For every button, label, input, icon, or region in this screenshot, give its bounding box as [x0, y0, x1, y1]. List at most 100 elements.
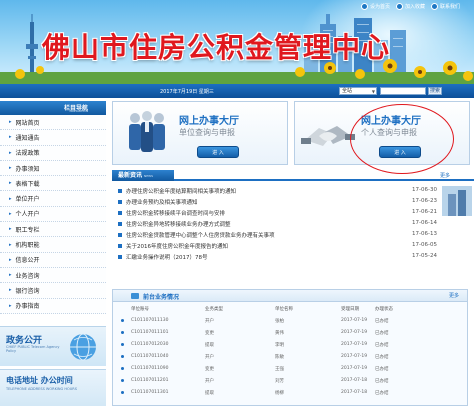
news-heading: 最新资讯 — [118, 172, 143, 179]
table-cell: 2017-07-19 — [341, 318, 368, 323]
table-cell: 杨柳 — [275, 391, 284, 396]
unit-enter-button[interactable]: 进 入 — [197, 146, 239, 158]
business-more-link[interactable]: 更多 — [449, 292, 459, 299]
news-item[interactable]: 办理业务预约及相关事项通知 17-06-23 — [112, 197, 442, 208]
bullet-icon — [121, 367, 124, 370]
news-date: 17-06-05 — [412, 242, 437, 248]
news-title: 住房公积金贷款管理中心调整个人住房贷款业务办理有关事项 — [126, 233, 275, 239]
news-item[interactable]: 住房公积金贷款管理中心调整个人住房贷款业务办理有关事项 17-06-13 — [112, 230, 442, 241]
sidebar-item-label: 通知通告 — [15, 134, 40, 142]
search-input[interactable] — [380, 87, 426, 95]
contact-us-link[interactable]: 联系我们 — [430, 3, 460, 10]
sidebar-item-staff-column[interactable]: ▸ 职工专栏 — [0, 222, 106, 238]
sidebar-item-unit-account[interactable]: ▸ 单位开户 — [0, 191, 106, 207]
contact-info-banner[interactable]: 电话地址 办公时间 TELEPHONE ADDRESS WORKING HOUR… — [0, 369, 106, 406]
sidebar-item-label: 法规政策 — [15, 150, 40, 158]
search-button[interactable]: 搜索 — [428, 87, 442, 95]
sidebar-item-label: 办事须知 — [15, 165, 40, 173]
table-cell: 变更 — [205, 331, 214, 336]
table-row[interactable]: C101107011201 开户 刘芳 2017-07-18 已办结 — [113, 376, 467, 386]
table-cell: 王强 — [275, 367, 284, 372]
arrow-right-icon: ▸ — [9, 180, 12, 187]
news-item[interactable]: 住房公积金转移接续平台调查时间与安排 17-06-21 — [112, 208, 442, 219]
table-cell: 2017-07-18 — [341, 378, 368, 383]
news-item[interactable]: 办理住房公积金年度结算期间相关事项的通知 17-06-30 — [112, 186, 442, 197]
news-item[interactable]: 汇缴业务操作说明（2017）78号 17-05-24 — [112, 252, 442, 263]
sidebar-item-guidelines[interactable]: ▸ 办事须知 — [0, 160, 106, 177]
sidebar-item-bank[interactable]: ▸ 银行咨询 — [0, 283, 106, 299]
news-title: 办理业务预约及相关事项通知 — [126, 200, 198, 206]
site-title: 佛山市住房公积金管理中心 — [42, 31, 391, 64]
table-cell: C101107011201 — [131, 378, 169, 383]
top-links: 设为首页 加入收藏 联系我们 — [360, 3, 460, 10]
contact-us-label: 联系我们 — [439, 4, 460, 10]
table-cell: 已办结 — [375, 319, 389, 324]
table-cell: 李明 — [275, 343, 284, 348]
sidebar-item-functions[interactable]: ▸ 机构职能 — [0, 237, 106, 253]
table-cell: 已办结 — [375, 379, 389, 384]
news-tab[interactable]: 最新资讯 NEWS — [112, 170, 174, 181]
chevron-down-icon: ▼ — [371, 89, 375, 94]
column-header: 单位账号 — [131, 307, 149, 312]
unit-service-card[interactable]: 网上办事大厅 单位查询与申报 进 入 — [112, 101, 288, 165]
sidebar-item-policies[interactable]: ▸ 法规政策 — [0, 145, 106, 161]
column-header: 办理状态 — [375, 307, 393, 312]
bullet-icon — [118, 189, 122, 193]
search-scope-value: 全站 — [342, 88, 353, 94]
set-homepage-link[interactable]: 设为首页 — [360, 3, 390, 10]
arrow-right-icon: ▸ — [9, 119, 12, 126]
sidebar-item-label: 单位开户 — [15, 196, 40, 204]
contact-info-title: 电话地址 办公时间 — [6, 376, 73, 385]
table-cell: 已办结 — [375, 391, 389, 396]
news-date: 17-06-14 — [412, 220, 437, 226]
sidebar-item-notices[interactable]: ▸ 通知通告 — [0, 130, 106, 146]
add-favorite-label: 加入收藏 — [404, 4, 425, 10]
sidebar-item-label: 网站首页 — [15, 119, 40, 127]
table-cell: 2017-07-18 — [341, 390, 368, 395]
nav-bar: 2017年7月19日 星期三 全站 ▼ 搜索 — [0, 84, 474, 98]
table-cell: 提取 — [205, 391, 214, 396]
sidebar-heading: 栏目导航 NAVIGATION — [0, 101, 106, 115]
sidebar-item-personal-account[interactable]: ▸ 个人开户 — [0, 206, 106, 223]
column-header: 业务类型 — [205, 307, 223, 312]
table-cell: 变更 — [205, 367, 214, 372]
news-more-link[interactable]: 更多 — [440, 172, 450, 179]
bullet-icon — [118, 200, 122, 204]
home-icon — [360, 3, 368, 10]
table-cell: 黄伟 — [275, 331, 284, 336]
bullet-icon — [121, 355, 124, 358]
news-header: 最新资讯 NEWS 更多 — [112, 170, 474, 181]
news-title: 办理住房公积金年度结算期间相关事项的通知 — [126, 189, 237, 195]
business-people-illustration — [129, 111, 165, 152]
sidebar-item-label: 表格下载 — [15, 180, 40, 188]
business-header: 前台业务情况 更多 — [113, 290, 467, 302]
news-item[interactable]: 住房公积金异地转移接续业务办理方式调整 17-06-14 — [112, 219, 442, 230]
table-row[interactable]: C101107011301 提取 杨柳 2017-07-18 已办结 — [113, 388, 467, 398]
news-item[interactable]: 关于2016年度住房公积金年度报告的通知 17-06-05 — [112, 241, 442, 252]
sidebar-item-disclosure[interactable]: ▸ 信息公开 — [0, 252, 106, 268]
sidebar-item-home[interactable]: ▸ 网站首页 — [0, 115, 106, 131]
table-row[interactable]: C101107011040 开户 陈敏 2017-07-19 已办结 — [113, 352, 467, 362]
table-row[interactable]: C101107011090 变更 王强 2017-07-19 已办结 — [113, 364, 467, 374]
add-favorite-link[interactable]: 加入收藏 — [395, 3, 425, 10]
gov-affairs-banner[interactable]: 政务公开 CHIEF PUBLIC Telecom Agency Policy — [0, 326, 106, 366]
sidebar-item-label: 信息公开 — [15, 257, 40, 265]
arrow-right-icon: ▸ — [9, 302, 12, 309]
arrow-right-icon: ▸ — [9, 272, 12, 279]
table-row[interactable]: C101107012030 提取 李明 2017-07-19 已办结 — [113, 340, 467, 350]
table-row[interactable]: C101107011101 变更 黄伟 2017-07-19 已办结 — [113, 328, 467, 338]
table-header-row: 单位账号 业务类型 单位名称 受理日期 办理状态 — [113, 304, 467, 314]
table-cell: 陈敏 — [275, 355, 284, 360]
table-cell: 已办结 — [375, 355, 389, 360]
contact-info-subtitle: TELEPHONE ADDRESS WORKING HOURS — [6, 387, 77, 391]
sidebar-item-downloads[interactable]: ▸ 表格下载 — [0, 176, 106, 192]
table-cell: 2017-07-19 — [341, 330, 368, 335]
sidebar-item-label: 职工专栏 — [15, 226, 40, 234]
arrow-right-icon: ▸ — [9, 149, 12, 156]
search-scope-select[interactable]: 全站 ▼ — [339, 87, 377, 95]
sidebar-item-consulting[interactable]: ▸ 业务咨询 — [0, 267, 106, 284]
arrow-right-icon: ▸ — [9, 195, 12, 202]
arrow-right-icon: ▸ — [9, 165, 12, 172]
table-row[interactable]: C101107011130 开户 张柏 2017-07-19 已办结 — [113, 316, 467, 326]
sidebar-item-guide[interactable]: ▸ 办事指南 — [0, 298, 106, 314]
